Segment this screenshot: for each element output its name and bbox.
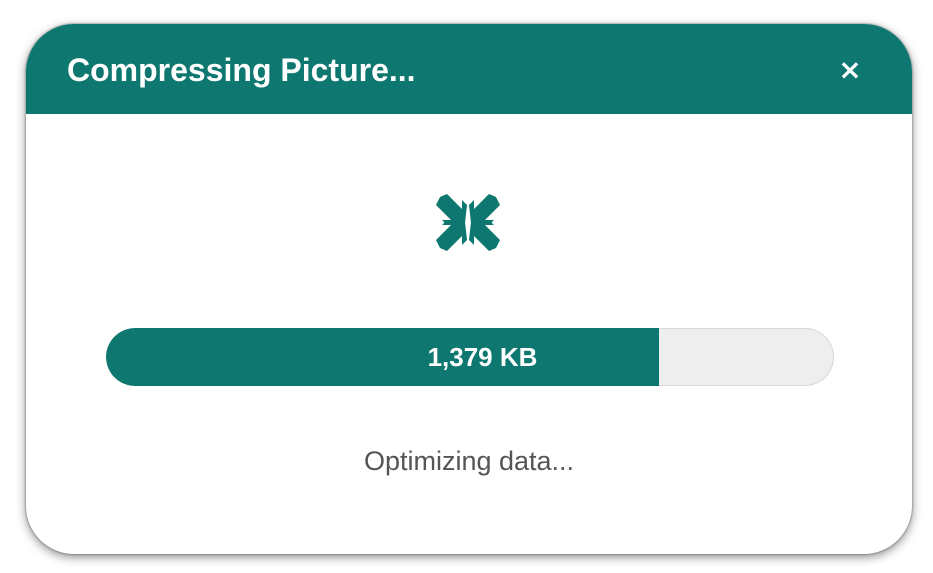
compress-dialog: Compressing Picture... × 1,379 KB Optimi… bbox=[26, 24, 912, 554]
progress-label: 1,379 KB bbox=[427, 342, 538, 372]
screen: Compressing Picture... × 1,379 KB Optimi… bbox=[0, 0, 933, 573]
close-button[interactable]: × bbox=[826, 52, 874, 88]
compress-arrows-glyph bbox=[436, 194, 500, 251]
compress-arrows-icon bbox=[436, 194, 500, 251]
dialog-titlebar: Compressing Picture... × bbox=[26, 24, 912, 114]
status-text: Optimizing data... bbox=[363, 446, 575, 476]
progress-bar: 1,379 KB bbox=[106, 328, 834, 386]
dialog-title: Compressing Picture... bbox=[67, 52, 416, 88]
